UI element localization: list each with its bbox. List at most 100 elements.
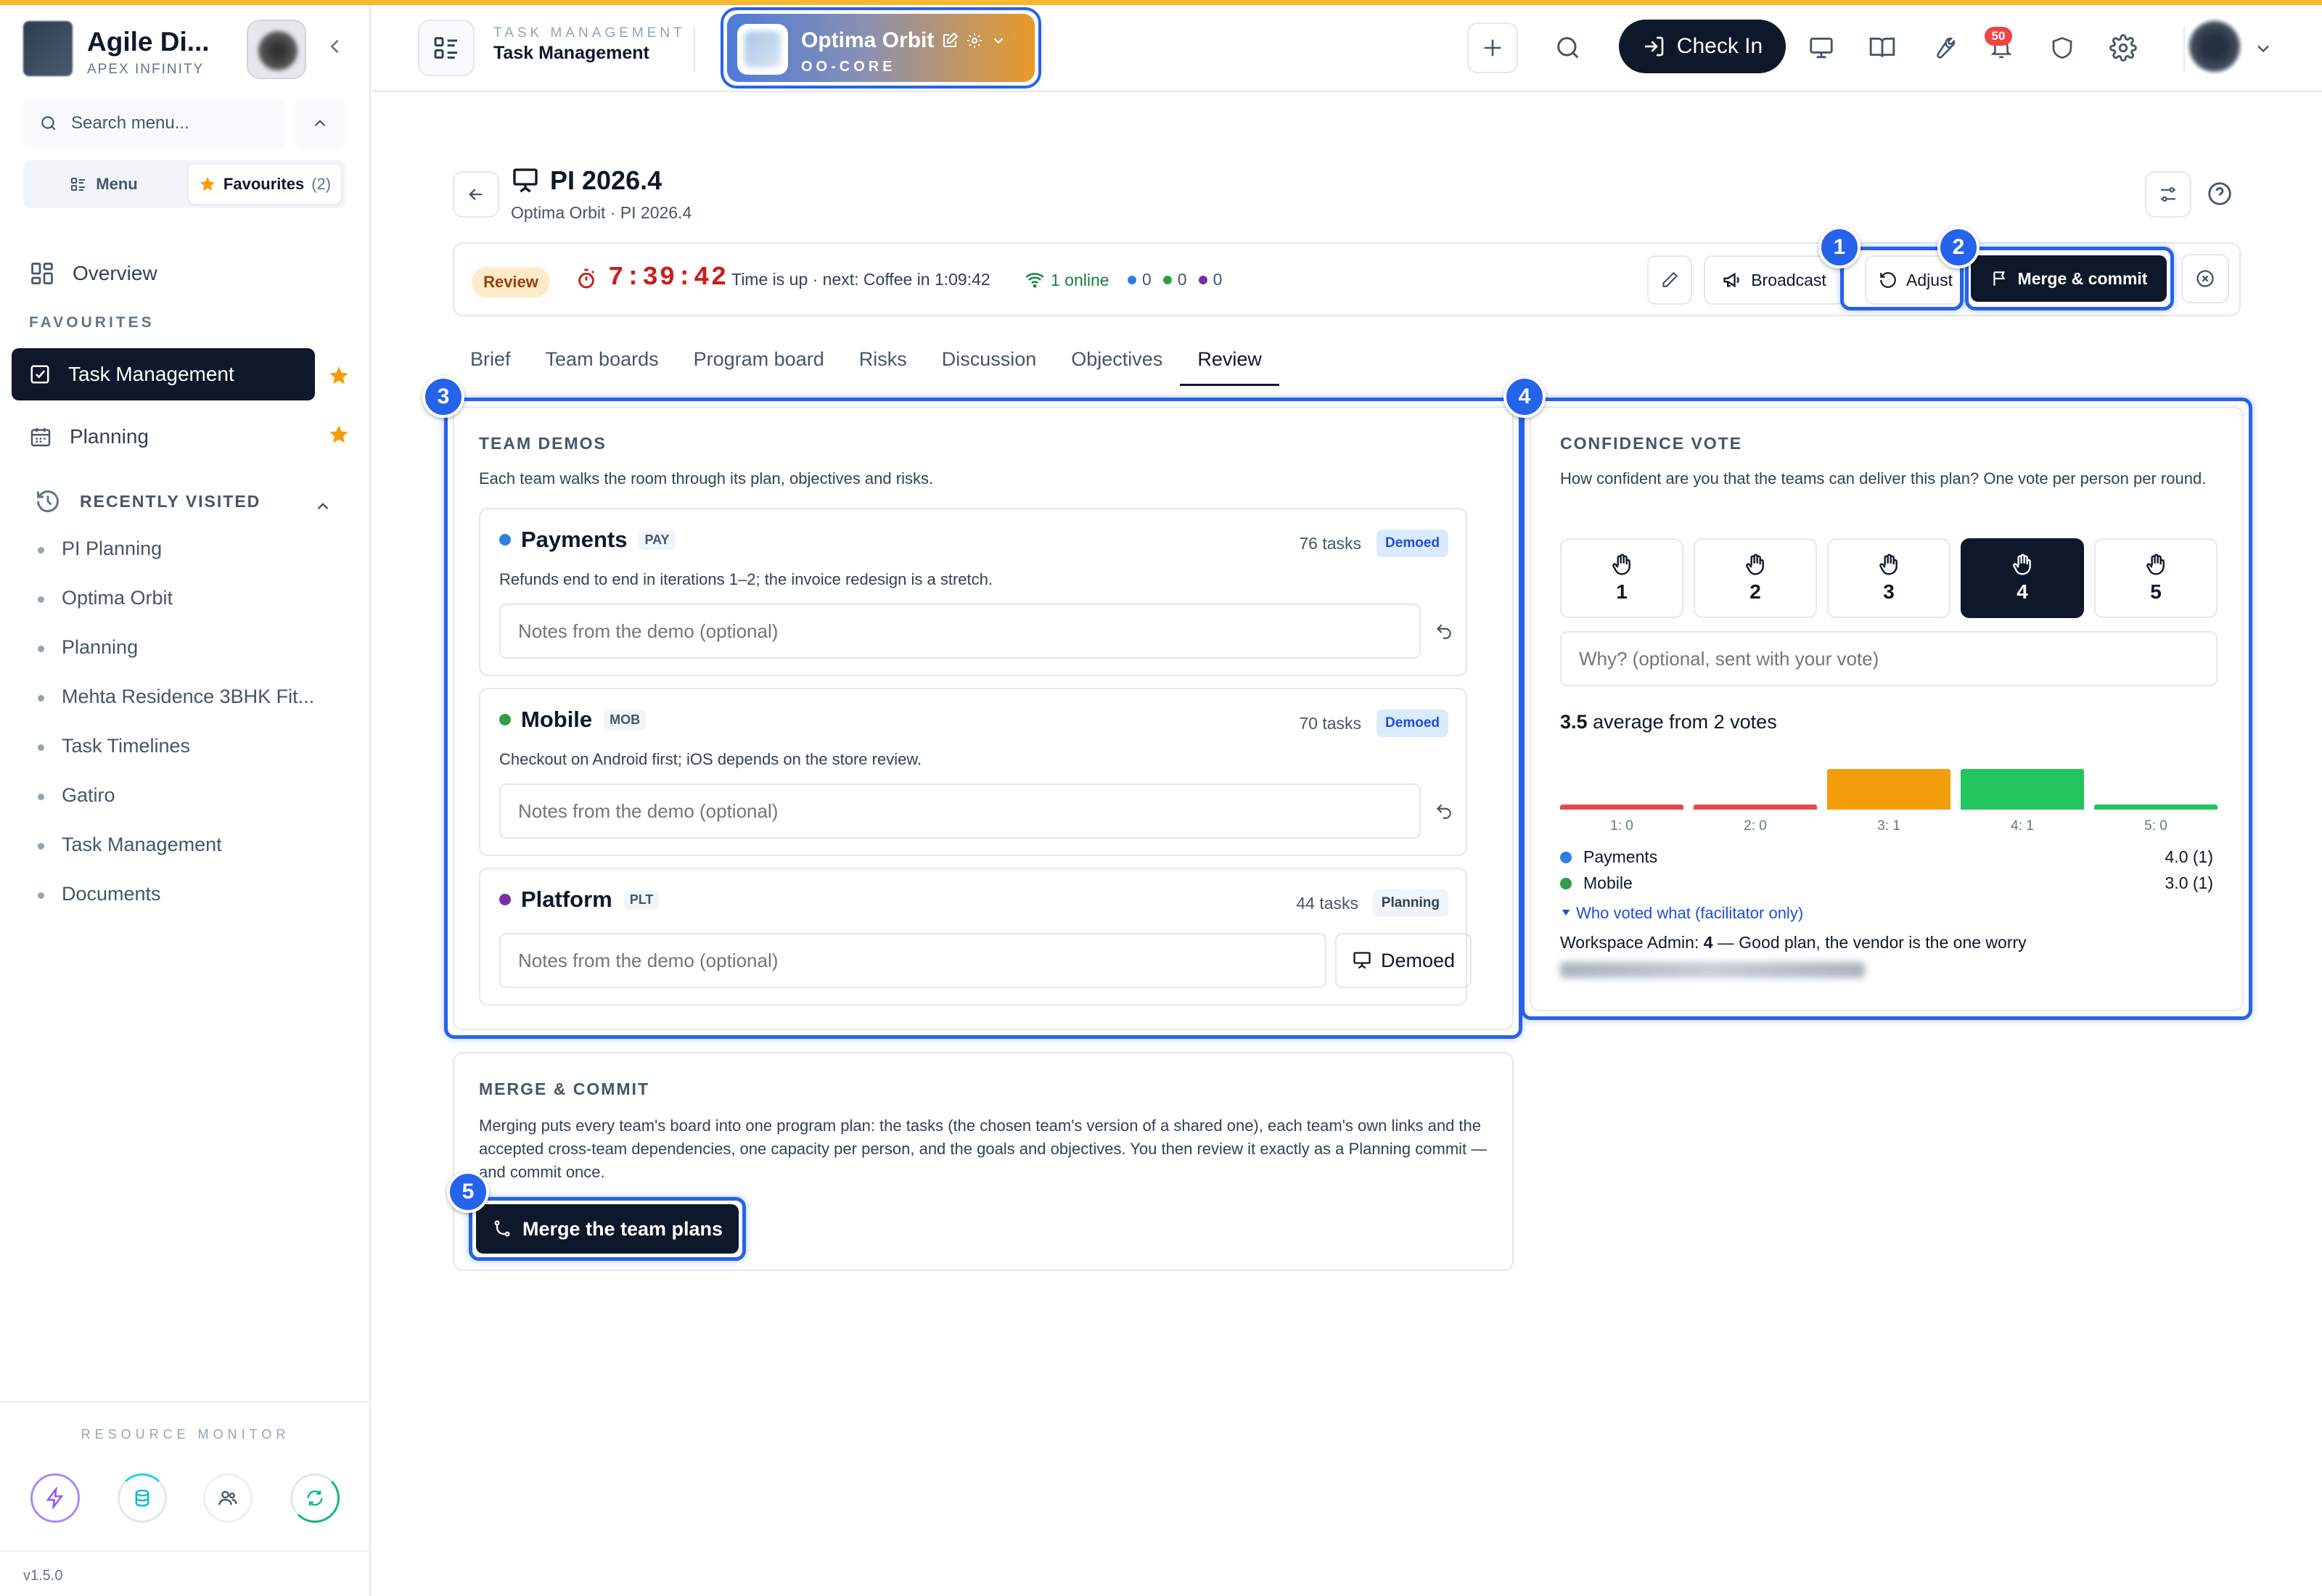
blue-dot-icon	[1128, 275, 1136, 284]
search-button[interactable]	[1543, 22, 1593, 73]
sidebar-item-task-management[interactable]: Task Management	[12, 348, 315, 400]
search-menu-input[interactable]: Search menu...	[23, 98, 286, 149]
chevron-down-icon[interactable]	[990, 33, 1006, 49]
tab-team-boards[interactable]: Team boards	[528, 341, 676, 386]
security-button[interactable]	[2037, 22, 2088, 73]
edit-icon[interactable]	[941, 32, 959, 49]
sidebar: Agile Di... APEX INFINITY Search menu...…	[0, 5, 371, 1596]
shield-icon	[2052, 37, 2072, 59]
tab-risks[interactable]: Risks	[842, 341, 924, 386]
phase-badge: Review	[472, 267, 550, 297]
gear-icon[interactable]	[966, 32, 983, 49]
workspace-avatar[interactable]	[247, 20, 306, 79]
back-button[interactable]	[453, 171, 499, 218]
divider	[0, 1401, 371, 1402]
callout-badge-1: 1	[1818, 226, 1861, 268]
sidebar-item-planning[interactable]: Planning	[29, 419, 149, 455]
monitor-button[interactable]	[1796, 22, 1847, 73]
help-button[interactable]	[2206, 180, 2233, 211]
online-indicator: 1 online	[1025, 270, 1109, 290]
divider	[694, 27, 695, 72]
top-accent-bar	[0, 0, 2322, 5]
collapse-sidebar-button[interactable]	[322, 36, 348, 62]
settings-button[interactable]	[2098, 22, 2149, 73]
check-in-button[interactable]: Check In	[1619, 20, 1786, 73]
time-message: Time is up · next: Coffee in 1:09:42	[731, 270, 990, 289]
menu-tab[interactable]: Menu	[28, 165, 180, 204]
close-session-button[interactable]	[2181, 254, 2229, 303]
project-switcher[interactable]: Optima Orbit OO-CORE	[721, 7, 1041, 89]
cpu-monitor-icon[interactable]	[30, 1473, 80, 1523]
pencil-icon	[1662, 271, 1678, 287]
search-icon	[1557, 37, 1579, 59]
top-header: TASK MANAGEMENT Task Management Optima O…	[372, 5, 2322, 92]
docs-button[interactable]	[1857, 22, 1908, 73]
count-blue: 0	[1142, 270, 1152, 289]
recent-item[interactable]: Gatiro	[38, 784, 314, 834]
page-title: PI 2026.4	[511, 165, 662, 196]
favourites-tab[interactable]: Favourites (2)	[189, 165, 341, 204]
brand-subtitle: APEX INFINITY	[87, 62, 205, 77]
callout-badge-3: 3	[422, 376, 464, 418]
presentation-icon	[513, 168, 538, 193]
tab-brief[interactable]: Brief	[453, 341, 528, 386]
users-monitor-icon[interactable]	[203, 1473, 253, 1523]
list-icon	[71, 178, 86, 191]
tab-program-board[interactable]: Program board	[676, 341, 842, 386]
recent-item[interactable]: Task Timelines	[38, 735, 314, 784]
chevron-up-icon	[314, 120, 326, 127]
favourite-star-icon[interactable]	[328, 424, 350, 449]
module-icon[interactable]	[418, 20, 475, 76]
project-card: Optima Orbit OO-CORE	[727, 14, 1035, 82]
plus-icon	[1484, 39, 1501, 57]
chevron-up-icon[interactable]	[313, 497, 332, 519]
callout-highlight-team-demos	[444, 398, 1522, 1039]
tools-button[interactable]	[1918, 22, 1969, 73]
recent-item[interactable]: Mehta Residence 3BHK Fit...	[38, 686, 314, 735]
chevron-left-icon	[330, 39, 339, 54]
megaphone-icon	[1723, 272, 1739, 288]
callout-badge-5: 5	[447, 1171, 489, 1213]
sidebar-item-overview[interactable]: Overview	[29, 255, 157, 292]
chevron-down-icon[interactable]	[2253, 38, 2273, 62]
purple-dot-icon	[1198, 275, 1207, 284]
menu-favourites-toggle: Menu Favourites (2)	[23, 160, 345, 208]
project-name: Optima Orbit	[801, 28, 935, 52]
tab-bar: Brief Team boards Program board Risks Di…	[453, 341, 1279, 386]
recent-item[interactable]: Documents	[38, 883, 314, 932]
countdown-timer: 7:39:42	[608, 263, 729, 292]
edit-session-button[interactable]	[1647, 255, 1692, 305]
callout-badge-4: 4	[1503, 376, 1546, 418]
search-icon	[41, 116, 56, 131]
favourite-star-icon[interactable]	[328, 365, 350, 390]
broadcast-button[interactable]: Broadcast	[1704, 255, 1845, 305]
view-settings-button[interactable]	[2145, 171, 2191, 218]
favourites-count: (2)	[311, 175, 332, 193]
recently-visited-toggle[interactable]: RECENTLY VISITED	[35, 488, 260, 514]
recent-item[interactable]: Task Management	[38, 834, 314, 883]
search-collapse-button[interactable]	[295, 98, 345, 149]
project-code: OO-CORE	[801, 59, 896, 75]
sliders-icon	[2161, 187, 2175, 202]
recent-item[interactable]: Optima Orbit	[38, 587, 314, 636]
notification-count-badge: 50	[1985, 27, 2012, 46]
divider	[0, 1550, 371, 1552]
login-icon	[1644, 36, 1664, 57]
database-monitor-icon[interactable]	[118, 1473, 167, 1523]
merge-heading: MERGE & COMMIT	[479, 1079, 649, 1098]
merge-description: Merging puts every team's board into one…	[479, 1116, 1488, 1181]
count-purple: 0	[1213, 270, 1223, 289]
recent-item[interactable]: Planning	[38, 636, 314, 686]
wifi-icon	[1025, 273, 1044, 288]
callout-highlight-merge-team-plans	[469, 1197, 746, 1261]
recent-item[interactable]: PI Planning	[38, 538, 314, 587]
tab-review[interactable]: Review	[1180, 341, 1279, 386]
add-button[interactable]	[1467, 22, 1518, 73]
tab-objectives[interactable]: Objectives	[1054, 341, 1180, 386]
tab-discussion[interactable]: Discussion	[924, 341, 1054, 386]
sidebar-item-label: Planning	[70, 425, 149, 448]
user-avatar[interactable]	[2186, 18, 2243, 75]
gear-icon	[2109, 34, 2137, 62]
sync-monitor-icon[interactable]	[290, 1473, 340, 1523]
sidebar-item-label: Task Management	[68, 363, 234, 385]
